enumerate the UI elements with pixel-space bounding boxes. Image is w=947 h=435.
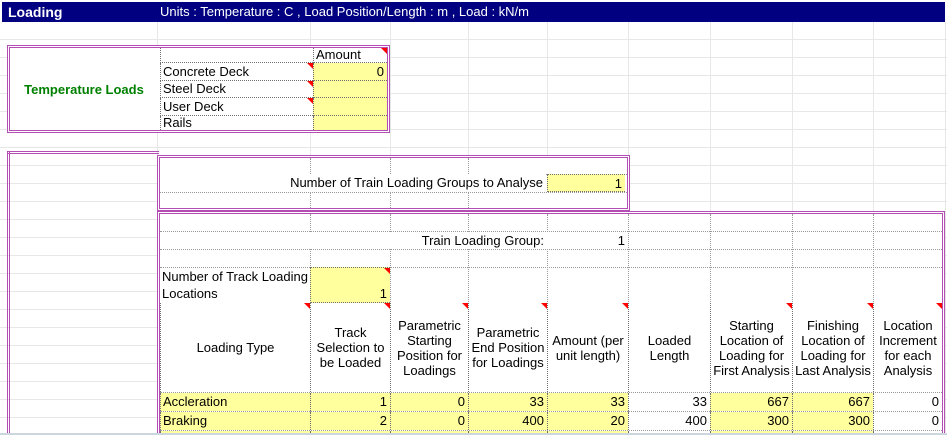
train-group-number-cell[interactable]: 1 [547,232,628,249]
table-row-cell[interactable]: 20 [547,412,628,430]
column-header-location-increment: Location Increment for each Analysis [873,303,942,392]
comment-indicator-icon [936,303,942,309]
inner-gridline [160,249,942,250]
column-header-amount: Amount (per unit length) [547,303,628,392]
spacer-cell [160,48,313,63]
table-row-cell[interactable]: 0 [873,412,942,430]
page-title: Loading [8,4,63,20]
sheet-header-bar: Loading Units : Temperature : C , Load P… [2,2,945,22]
train-table-panel: Train Loading Group: 1 Number of Track L… [157,211,945,435]
table-row-cell[interactable]: 33 [628,393,710,411]
table-row-cell[interactable]: 0 [390,412,468,430]
column-header-parametric-end: Parametric End Position for Loadings [468,303,547,392]
amount-column-header: Amount [313,48,387,63]
temp-row-label: Rails [160,116,313,130]
train-groups-input-cell[interactable]: 1 [547,174,625,192]
train-groups-panel: Number of Train Loading Groups to Analys… [157,155,630,211]
column-header-loaded-length: Loaded Length [628,303,710,392]
table-row-cell[interactable]: 400 [628,412,710,430]
temp-amount-input-cell[interactable] [313,98,387,116]
table-row-cell[interactable]: 0 [873,393,942,411]
temp-amount-input-cell[interactable] [313,81,387,98]
train-groups-label: Number of Train Loading Groups to Analys… [160,174,545,192]
temperature-loads-panel: Temperature Loads Amount Concrete Deck 0… [7,45,390,133]
units-caption: Units : Temperature : C , Load Position/… [160,4,529,19]
column-header-track-selection: Track Selection to be Loaded [310,303,390,392]
spreadsheet-loading-sheet: Loading Units : Temperature : C , Load P… [0,0,947,435]
column-header-start-location: Starting Location of Loading for First A… [710,303,792,392]
column-header-parametric-start: Parametric Starting Position for Loading… [390,303,468,392]
temp-row-label: User Deck [160,98,313,116]
table-row-cell[interactable]: 300 [792,412,873,430]
table-row-cell[interactable]: 33 [468,393,547,411]
inner-gridline [160,192,627,193]
temp-row-label: Concrete Deck [160,63,313,81]
temp-amount-input-cell[interactable] [313,116,387,130]
table-row-cell[interactable]: Braking [160,412,310,430]
section-outer-border [7,151,159,154]
train-group-row-label: Train Loading Group: [310,232,547,249]
track-locations-input-cell[interactable]: 1 [310,267,390,303]
temp-row-label: Steel Deck [160,81,313,98]
column-gridline [945,22,946,435]
comment-indicator-icon [384,268,390,274]
table-row-cell[interactable]: 667 [710,393,792,411]
table-row-cell[interactable]: 33 [547,393,628,411]
temp-amount-input-cell[interactable]: 0 [313,63,387,81]
section-outer-border [7,151,10,435]
track-locations-label: Number of Track Loading Locations [160,268,310,303]
column-header-finish-location: Finishing Location of Loading for Last A… [792,303,873,392]
table-row-cell[interactable]: 2 [310,412,390,430]
table-row-cell[interactable]: 0 [390,393,468,411]
table-row-cell[interactable]: 300 [710,412,792,430]
table-row-cell[interactable]: 400 [468,412,547,430]
table-row-cell[interactable]: 667 [792,393,873,411]
comment-indicator-icon [381,48,387,54]
column-header-loading-type: Loading Type [160,303,310,392]
table-row-cell[interactable]: 1 [310,393,390,411]
temperature-loads-section-label: Temperature Loads [24,81,144,97]
table-row-cell[interactable]: Accleration [160,393,310,411]
